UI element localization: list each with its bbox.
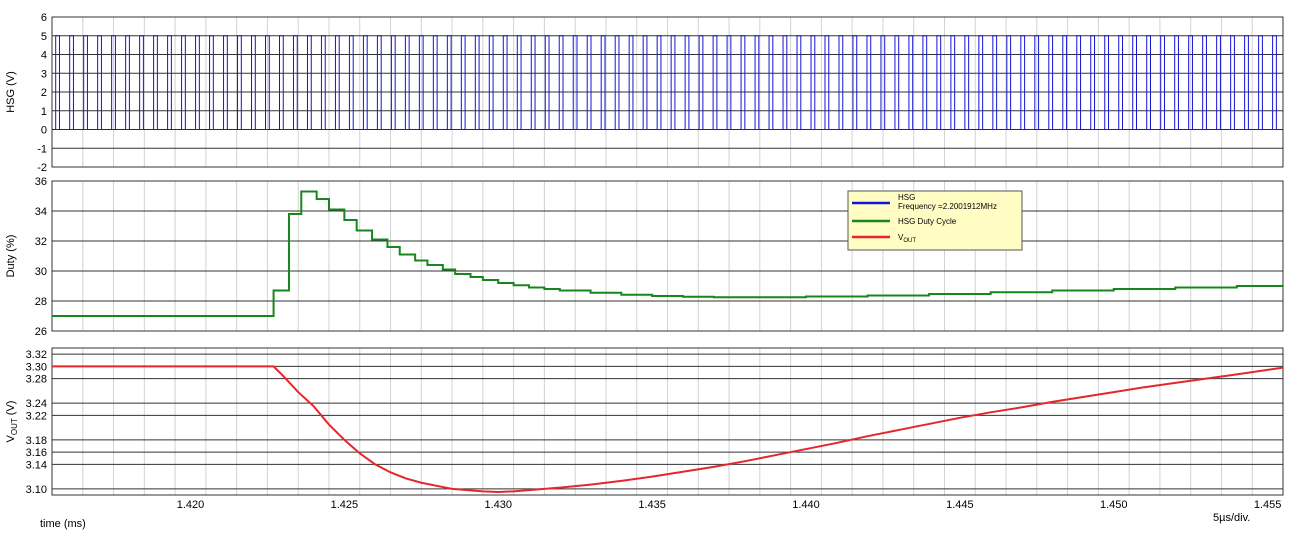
x-tick-label: 1.430: [484, 499, 512, 511]
chart-svg: -2-10123456HSG (V)262830323436Duty (%)3.…: [5, 12, 1284, 511]
y-tick-label: 3.30: [26, 361, 47, 373]
y-tick-label: 36: [35, 176, 47, 188]
x-tick-label: 1.425: [331, 499, 359, 511]
y-tick-label: 3.16: [26, 447, 47, 459]
y-tick-label: 3.10: [26, 484, 47, 496]
legend-label-1: HSG Duty Cycle: [898, 217, 957, 226]
legend-sublabel-0: Frequency =2.2001912MHz: [898, 202, 997, 211]
y-tick-label: 3.28: [26, 374, 47, 386]
x-tick-label: 1.455: [1254, 499, 1282, 511]
x-axis-label: time (ms): [40, 518, 86, 530]
y-tick-label: 2: [41, 87, 47, 99]
y-tick-label: -1: [37, 143, 47, 155]
y-tick-label: 28: [35, 296, 47, 308]
y-tick-label: 32: [35, 236, 47, 248]
y-tick-label: 30: [35, 266, 47, 278]
y-tick-label: 26: [35, 326, 47, 338]
panel-vout: 3.10 3.143.163.18 3.223.24 3.283.303.32 VOUT…: [5, 347, 1284, 511]
y-tick-label: 34: [35, 206, 47, 218]
y-tick-label: 1: [41, 106, 47, 118]
legend: HSGFrequency =2.2001912MHz HSG Duty Cycle…: [847, 190, 1023, 251]
y-tick-label: -2: [37, 162, 47, 174]
y-tick-label: 6: [41, 12, 47, 24]
y-tick-label: 0: [41, 125, 47, 137]
y-tick-label: 3: [41, 68, 47, 80]
y-tick-label: 3.24: [26, 398, 47, 410]
y-tick-label: 3.14: [26, 459, 47, 471]
time-scale-label: 5µs/div.: [1213, 512, 1251, 524]
x-tick-label: 1.420: [177, 499, 205, 511]
y-tick-label: 5: [41, 31, 47, 43]
y-axis-label: Duty (%): [5, 235, 17, 278]
x-tick-label: 1.440: [792, 499, 820, 511]
legend-label-0: HSG: [898, 193, 915, 202]
y-axis-label: VOUT (V): [5, 401, 19, 443]
y-axis-label: HSG (V): [5, 71, 17, 113]
panel-duty: 26 28 30 32 34 36 Duty (%): [5, 176, 1284, 338]
x-tick-label: 1.435: [638, 499, 666, 511]
x-tick-label: 1.445: [946, 499, 974, 511]
y-tick-label: 3.22: [26, 410, 47, 422]
x-tick-label: 1.450: [1100, 499, 1128, 511]
panel-hsg: -2 -1 0 1 2 3 4 5 6 HSG (V): [5, 12, 1284, 174]
y-tick-label: 3.18: [26, 435, 47, 447]
y-tick-label: 3.32: [26, 349, 47, 361]
y-tick-label: 4: [41, 50, 47, 62]
